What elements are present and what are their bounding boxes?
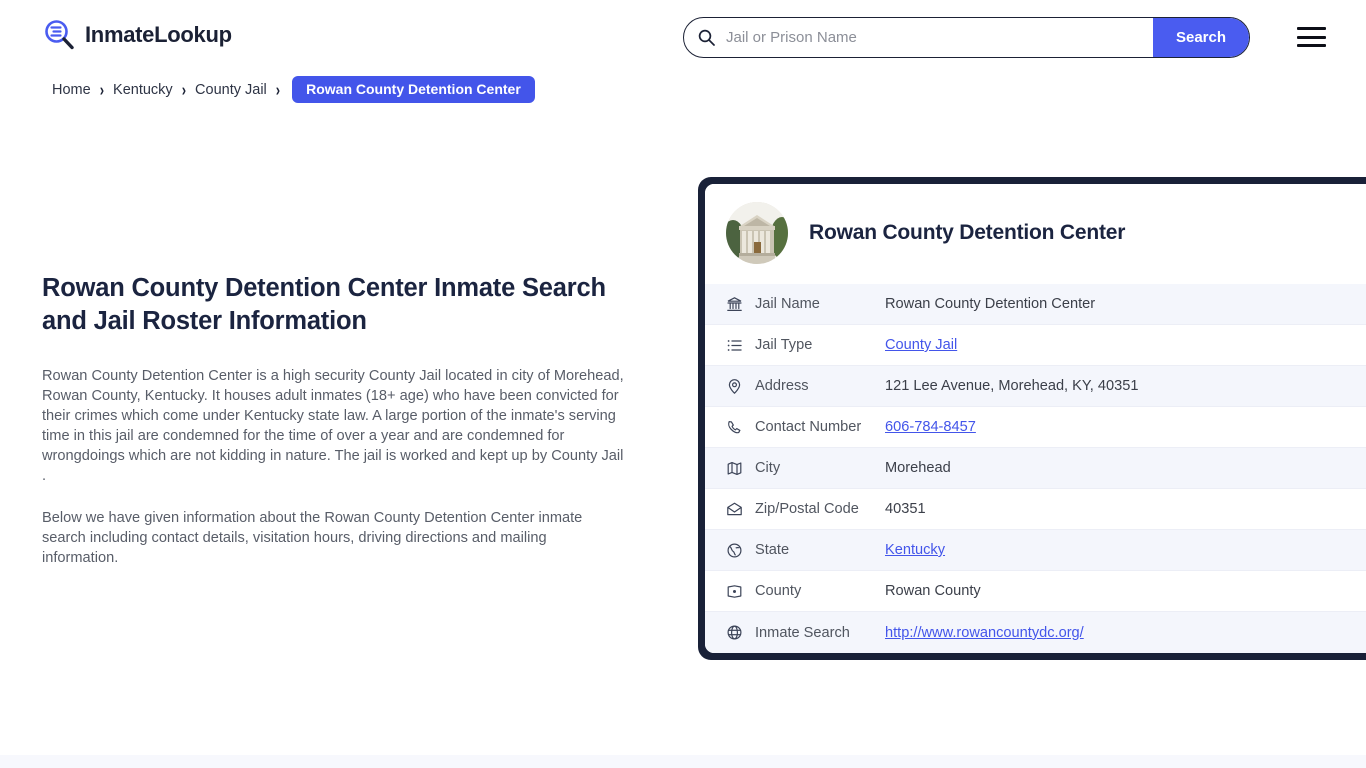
- article-paragraph-1: Rowan County Detention Center is a high …: [42, 366, 630, 486]
- row-label: Inmate Search: [755, 625, 885, 641]
- breadcrumb: Home › Kentucky › County Jail › Rowan Co…: [52, 76, 535, 103]
- search-bar[interactable]: Search: [683, 17, 1250, 58]
- chevron-right-icon: ›: [100, 79, 104, 99]
- row-value: 121 Lee Avenue, Morehead, KY, 40351: [885, 378, 1138, 394]
- hamburger-bar: [1297, 44, 1326, 47]
- search-button[interactable]: Search: [1153, 18, 1249, 57]
- hamburger-bar: [1297, 36, 1326, 39]
- jail-info-table: Jail Name Rowan County Detention Center …: [705, 284, 1366, 653]
- courthouse-photo: [726, 202, 788, 264]
- phone-icon: [726, 419, 743, 436]
- jail-card-title: Rowan County Detention Center: [809, 221, 1125, 245]
- jail-info-card-inner: Rowan County Detention Center Jail Name …: [705, 184, 1366, 653]
- table-row: Zip/Postal Code 40351: [705, 489, 1366, 530]
- table-row: Contact Number 606-784-8457: [705, 407, 1366, 448]
- list-icon: [726, 337, 743, 354]
- search-icon: [698, 29, 715, 46]
- magnifier-list-icon: [42, 18, 76, 52]
- row-label: County: [755, 583, 885, 599]
- table-row: Inmate Search http://www.rowancountydc.o…: [705, 612, 1366, 653]
- hamburger-menu-icon[interactable]: [1297, 27, 1326, 47]
- logo-text: InmateLookup: [85, 22, 232, 48]
- bank-icon: [726, 296, 743, 313]
- globe-icon: [726, 624, 743, 641]
- article-paragraph-2: Below we have given information about th…: [42, 508, 612, 568]
- table-row: City Morehead: [705, 448, 1366, 489]
- row-value: 40351: [885, 501, 926, 517]
- map-icon: [726, 460, 743, 477]
- breadcrumb-item-current: Rowan County Detention Center: [292, 76, 535, 103]
- row-value-link[interactable]: Kentucky: [885, 542, 945, 558]
- chevron-right-icon: ›: [182, 79, 186, 99]
- row-value-link[interactable]: 606-784-8457: [885, 419, 976, 435]
- breadcrumb-item-county-jail[interactable]: County Jail: [195, 82, 267, 98]
- table-row: County Rowan County: [705, 571, 1366, 612]
- site-header: InmateLookup Search: [0, 0, 1366, 74]
- row-label: Address: [755, 378, 885, 394]
- breadcrumb-item-kentucky[interactable]: Kentucky: [113, 82, 173, 98]
- row-value: Morehead: [885, 460, 951, 476]
- table-row: Jail Name Rowan County Detention Center: [705, 284, 1366, 325]
- page-title: Rowan County Detention Center Inmate Sea…: [42, 272, 617, 338]
- page-bottom-band: [0, 755, 1366, 768]
- row-label: Zip/Postal Code: [755, 501, 885, 517]
- article-column: Rowan County Detention Center Inmate Sea…: [42, 272, 642, 568]
- row-label: Jail Type: [755, 337, 885, 353]
- row-value-link[interactable]: http://www.rowancountydc.org/: [885, 625, 1084, 641]
- hamburger-bar: [1297, 27, 1326, 30]
- envelope-icon: [726, 501, 743, 518]
- row-value: Rowan County: [885, 583, 981, 599]
- row-value-link[interactable]: County Jail: [885, 337, 957, 353]
- search-input[interactable]: [715, 18, 1153, 57]
- row-label: State: [755, 542, 885, 558]
- row-label: Contact Number: [755, 419, 885, 435]
- site-logo[interactable]: InmateLookup: [42, 18, 232, 52]
- table-row: Jail Type County Jail: [705, 325, 1366, 366]
- jail-info-card: Rowan County Detention Center Jail Name …: [698, 177, 1366, 660]
- row-label: City: [755, 460, 885, 476]
- row-label: Jail Name: [755, 296, 885, 312]
- map-pin-icon: [726, 378, 743, 395]
- jail-card-header: Rowan County Detention Center: [705, 184, 1366, 284]
- globe-pin-icon: [726, 542, 743, 559]
- row-value: Rowan County Detention Center: [885, 296, 1095, 312]
- flag-map-icon: [726, 583, 743, 600]
- chevron-right-icon: ›: [276, 79, 280, 99]
- table-row: Address 121 Lee Avenue, Morehead, KY, 40…: [705, 366, 1366, 407]
- table-row: State Kentucky: [705, 530, 1366, 571]
- breadcrumb-item-home[interactable]: Home: [52, 82, 91, 98]
